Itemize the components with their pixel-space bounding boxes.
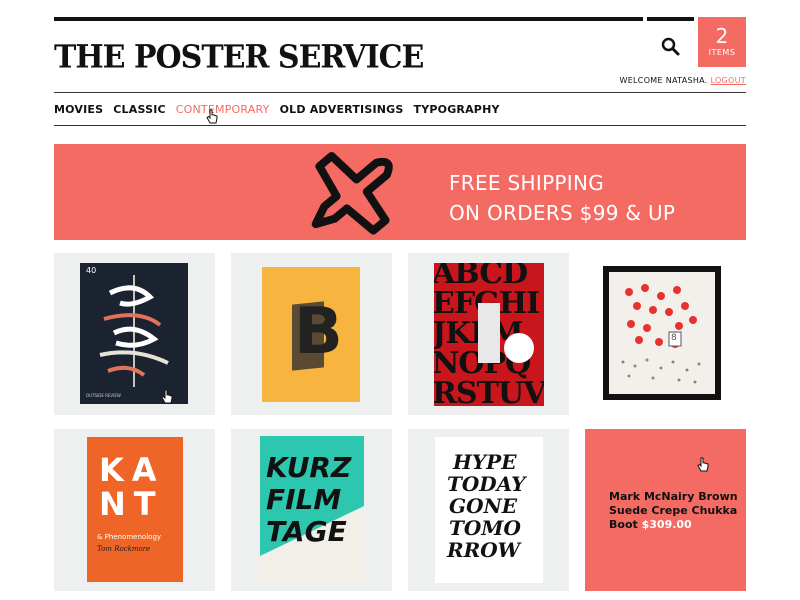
cart-count: 2	[715, 24, 729, 48]
category-nav: MOVIES CLASSIC CONTEMPORARY OLD ADVERTIS…	[54, 103, 500, 116]
poster-map-pins: 8	[603, 266, 721, 400]
product-tile-1[interactable]: 40 OUTSIDE REVIEW	[54, 253, 215, 415]
poster-letter: B	[294, 295, 343, 369]
banner-text: FREE SHIPPING ON ORDERS $99 & UP	[449, 168, 675, 228]
poster-line-2: TODAY	[447, 472, 526, 496]
product-tile-2[interactable]: B	[231, 253, 392, 415]
airplane-icon	[311, 151, 393, 235]
cart-label: ITEMS	[708, 48, 736, 57]
poster-line-4: TOMO	[449, 516, 521, 540]
poster-line-3: TAGE	[266, 515, 347, 548]
product-tile-3[interactable]: ABCDEFGHIJKLMNOPQRSTUVWXYZ	[408, 253, 569, 415]
poster-line-3: GONE	[449, 494, 518, 518]
poster-calligraphy: 40 OUTSIDE REVIEW	[80, 263, 188, 404]
nav-item-contemporary[interactable]: CONTEMPORARY	[176, 103, 270, 116]
hand-cursor-icon	[206, 109, 218, 124]
product-info: Mark McNairy Brown Suede Crepe Chukka Bo…	[609, 490, 739, 532]
product-price: $309.00	[641, 518, 692, 531]
hand-cursor-icon	[161, 389, 173, 404]
search-icon[interactable]	[660, 36, 682, 58]
poster-alphabet: ABCDEFGHIJKLMNOPQRSTUVWXYZ	[434, 263, 544, 406]
poster-caption: OUTSIDE REVIEW	[86, 393, 121, 398]
poster-line-1: HYPE	[453, 450, 517, 474]
welcome-message: WELCOME NATASHA. LOGOUT	[619, 76, 746, 85]
nav-top-divider	[54, 92, 746, 93]
poster-title-2: NT	[99, 485, 164, 523]
poster-line-2: FILM	[266, 483, 342, 516]
product-tile-4[interactable]: 8	[585, 253, 746, 415]
nav-item-movies[interactable]: MOVIES	[54, 103, 103, 116]
poster-kant: KA NT & Phenomenology Tom Rockmore	[87, 437, 183, 582]
header-top-rule-short	[647, 17, 694, 21]
header-top-rule	[54, 17, 643, 21]
nav-bottom-divider	[54, 125, 746, 126]
nav-item-classic[interactable]: CLASSIC	[113, 103, 166, 116]
poster-author: Tom Rockmore	[97, 545, 151, 553]
free-shipping-banner[interactable]: FREE SHIPPING ON ORDERS $99 & UP	[54, 144, 746, 240]
welcome-text: WELCOME NATASHA.	[619, 76, 708, 85]
site-logo[interactable]: THE POSTER SERVICE	[54, 39, 424, 76]
product-tile-7[interactable]: HYPE TODAY GONE TOMO RROW	[408, 429, 569, 591]
poster-hype-today: HYPE TODAY GONE TOMO RROW	[435, 437, 543, 583]
logout-link[interactable]: LOGOUT	[710, 76, 746, 85]
poster-letter-b: B	[262, 267, 360, 402]
nav-item-old-advertisings[interactable]: OLD ADVERTISINGS	[280, 103, 404, 116]
poster-title-1: KA	[99, 451, 165, 489]
poster-line-1: KURZ	[266, 451, 352, 484]
cart-button[interactable]: 2 ITEMS	[698, 17, 746, 67]
product-tile-8[interactable]: Mark McNairy Brown Suede Crepe Chukka Bo…	[585, 429, 746, 591]
banner-line-2: ON ORDERS $99 & UP	[449, 201, 676, 225]
banner-line-1: FREE SHIPPING	[449, 171, 605, 195]
poster-subtitle: & Phenomenology	[97, 533, 162, 541]
hand-cursor-icon	[697, 457, 709, 472]
poster-kurz-film-tage: KURZ FILM TAGE	[260, 436, 364, 583]
poster-badge: 8	[671, 333, 677, 343]
product-tile-5[interactable]: KA NT & Phenomenology Tom Rockmore	[54, 429, 215, 591]
product-tile-6[interactable]: KURZ FILM TAGE	[231, 429, 392, 591]
nav-item-typography[interactable]: TYPOGRAPHY	[414, 103, 500, 116]
poster-line-5: RROW	[447, 538, 521, 562]
